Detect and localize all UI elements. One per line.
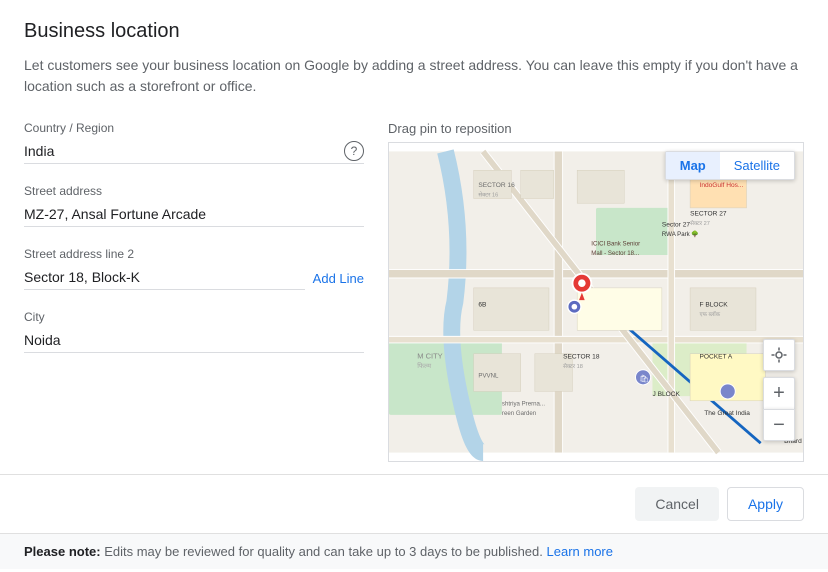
svg-text:M CITY: M CITY	[417, 351, 442, 360]
street2-wrapper: Add Line	[24, 265, 364, 290]
svg-text:Sector 27: Sector 27	[662, 222, 690, 229]
country-field-wrapper: ?	[24, 139, 364, 164]
svg-text:Mall - Sector 18...: Mall - Sector 18...	[591, 250, 639, 257]
note-prefix: Please note:	[24, 544, 101, 559]
country-field: Country / Region ?	[24, 121, 364, 164]
apply-button[interactable]: Apply	[727, 487, 804, 521]
map-svg: SECTOR 16 सेक्टर 16 IndoGulf Hos... ICIC…	[389, 143, 803, 461]
learn-more-link[interactable]: Learn more	[547, 544, 613, 559]
svg-text:फिल्म: फिल्म	[417, 362, 432, 370]
svg-text:सेक्टर 16: सेक्टर 16	[478, 191, 498, 199]
svg-text:ICICI Bank Senior: ICICI Bank Senior	[591, 241, 640, 248]
zoom-in-button[interactable]: +	[763, 377, 795, 409]
city-label: City	[24, 310, 364, 324]
svg-text:SECTOR 27: SECTOR 27	[690, 210, 727, 217]
street-input[interactable]	[24, 202, 364, 227]
map-toggle: Map Satellite	[665, 151, 795, 180]
svg-text:SECTOR 18: SECTOR 18	[563, 353, 600, 360]
svg-text:सेक्टर 27: सेक्टर 27	[690, 219, 710, 227]
content-area: Country / Region ? Street address Street…	[24, 121, 804, 462]
svg-text:IndoGulf Hos...: IndoGulf Hos...	[700, 182, 744, 189]
svg-text:6B: 6B	[478, 302, 487, 309]
map-view-button[interactable]: Map	[666, 152, 720, 179]
street2-field: Street address line 2 Add Line	[24, 247, 364, 290]
street-field: Street address	[24, 184, 364, 227]
country-input[interactable]	[24, 139, 344, 163]
map-wrapper[interactable]: SECTOR 16 सेक्टर 16 IndoGulf Hos... ICIC…	[388, 142, 804, 462]
drag-label: Drag pin to reposition	[388, 121, 804, 136]
street-label: Street address	[24, 184, 364, 198]
svg-text:POCKET A: POCKET A	[700, 353, 733, 360]
svg-text:The Great India: The Great India	[704, 410, 750, 417]
street2-label: Street address line 2	[24, 247, 364, 261]
note-text: Edits may be reviewed for quality and ca…	[104, 544, 546, 559]
help-icon[interactable]: ?	[344, 141, 364, 161]
country-label: Country / Region	[24, 121, 364, 135]
satellite-view-button[interactable]: Satellite	[720, 152, 794, 179]
map-section: Drag pin to reposition	[388, 121, 804, 462]
svg-text:PVVNL: PVVNL	[478, 372, 499, 379]
svg-text:🛍: 🛍	[639, 374, 649, 383]
svg-text:सेक्टर 18: सेक्टर 18	[563, 362, 583, 370]
main-container: Business location Let customers see your…	[0, 0, 828, 462]
locate-icon	[770, 346, 788, 364]
zoom-out-button[interactable]: −	[763, 409, 795, 441]
cancel-button[interactable]: Cancel	[635, 487, 719, 521]
svg-text:J BLOCK: J BLOCK	[652, 391, 680, 398]
city-input[interactable]	[24, 328, 364, 353]
description: Let customers see your business location…	[24, 55, 804, 97]
page-title: Business location	[24, 20, 804, 43]
note-bar: Please note: Edits may be reviewed for q…	[0, 533, 828, 569]
locate-button[interactable]	[763, 339, 795, 371]
svg-text:RWA Park 🌳: RWA Park 🌳	[662, 230, 700, 238]
svg-text:reen Garden: reen Garden	[502, 410, 536, 417]
svg-text:SECTOR 16: SECTOR 16	[478, 182, 515, 189]
city-field: City	[24, 310, 364, 353]
svg-text:shtriya Prerna...: shtriya Prerna...	[502, 401, 545, 408]
svg-text:F BLOCK: F BLOCK	[700, 302, 729, 309]
street2-input[interactable]	[24, 265, 305, 290]
add-line-button[interactable]: Add Line	[313, 271, 364, 290]
footer-actions: Cancel Apply	[0, 474, 828, 533]
form-section: Country / Region ? Street address Street…	[24, 121, 364, 462]
svg-text:एफ ब्लॉक: एफ ब्लॉक	[700, 311, 721, 318]
